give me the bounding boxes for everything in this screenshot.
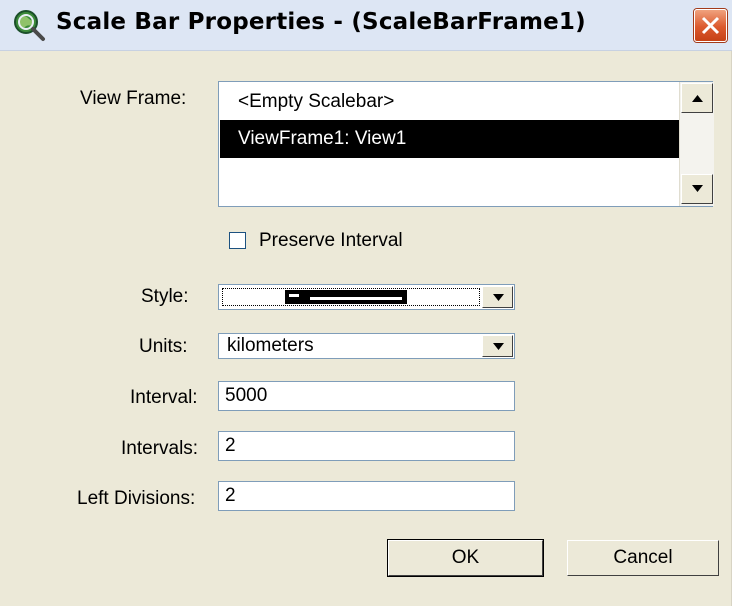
preserve-interval-checkbox[interactable]: [229, 232, 246, 249]
style-dropdown[interactable]: [218, 284, 515, 310]
interval-input[interactable]: 5000: [218, 381, 515, 411]
vertical-scrollbar[interactable]: [679, 82, 714, 206]
intervals-label: Intervals:: [121, 438, 199, 459]
intervals-input[interactable]: 2: [218, 431, 515, 461]
up-arrow-icon: [692, 95, 703, 102]
preserve-interval-label[interactable]: Preserve Interval: [259, 230, 403, 252]
units-dropdown-button[interactable]: [482, 335, 513, 357]
down-arrow-icon: [493, 294, 504, 301]
cancel-button[interactable]: Cancel: [567, 540, 719, 576]
units-value: kilometers: [227, 335, 314, 356]
close-icon: [701, 16, 720, 35]
list-item[interactable]: <Empty Scalebar>: [220, 83, 679, 121]
down-arrow-icon: [692, 185, 703, 192]
interval-value: 5000: [225, 385, 268, 406]
view-frame-label: View Frame:: [80, 88, 187, 109]
window-title: Scale Bar Properties - (ScaleBarFrame1): [56, 9, 586, 35]
intervals-value: 2: [225, 435, 236, 456]
units-label: Units:: [139, 336, 188, 357]
ok-button[interactable]: OK: [388, 540, 543, 576]
title-bar[interactable]: Scale Bar Properties - (ScaleBarFrame1): [0, 0, 732, 51]
units-dropdown[interactable]: kilometers: [218, 333, 515, 359]
scale-bar-properties-dialog: Scale Bar Properties - (ScaleBarFrame1) …: [0, 0, 732, 606]
left-divisions-input[interactable]: 2: [218, 481, 515, 511]
close-button[interactable]: [694, 9, 727, 42]
left-divisions-value: 2: [225, 485, 236, 506]
interval-label: Interval:: [130, 387, 198, 408]
scalebar-style-preview: [285, 290, 407, 304]
globe-magnifier-icon: [12, 8, 46, 42]
scroll-up-button[interactable]: [681, 83, 713, 113]
style-dropdown-button[interactable]: [482, 286, 513, 308]
left-divisions-label: Left Divisions:: [77, 488, 196, 509]
scroll-down-button[interactable]: [681, 174, 713, 204]
list-item-selected[interactable]: ViewFrame1: View1: [220, 120, 679, 158]
style-label: Style:: [141, 286, 189, 307]
down-arrow-icon: [493, 343, 504, 350]
view-frame-listbox[interactable]: <Empty Scalebar> ViewFrame1: View1: [218, 81, 714, 207]
